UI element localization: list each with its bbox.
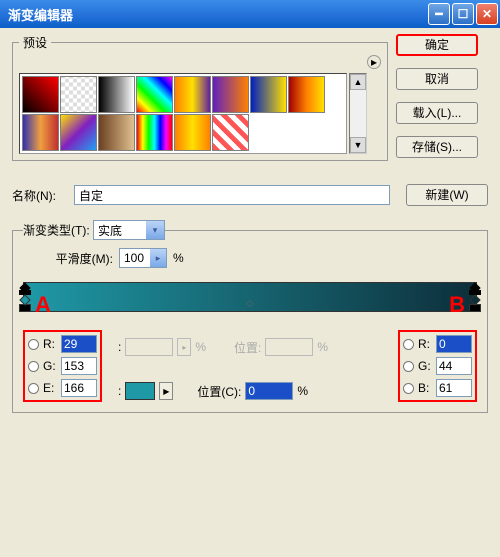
- scroll-down-icon[interactable]: ▼: [350, 137, 366, 153]
- radio[interactable]: [28, 361, 39, 372]
- right-b-input[interactable]: [436, 379, 472, 397]
- preset-swatch[interactable]: [98, 114, 135, 151]
- colon-label: :: [118, 384, 121, 398]
- right-g-input[interactable]: [436, 357, 472, 375]
- maximize-button[interactable]: ☐: [452, 3, 474, 25]
- position-c-label: 位置(C):: [197, 383, 241, 400]
- disabled-box: [125, 338, 173, 356]
- preset-swatch[interactable]: [136, 76, 173, 113]
- preset-swatch[interactable]: [174, 114, 211, 151]
- name-label: 名称(N):: [12, 187, 68, 204]
- color-stop-right[interactable]: [469, 300, 481, 312]
- ok-button[interactable]: 确定: [396, 34, 478, 56]
- marker-b: B: [449, 292, 465, 318]
- radio[interactable]: [403, 361, 414, 372]
- load-button[interactable]: 载入(L)...: [396, 102, 478, 124]
- close-button[interactable]: ✕: [476, 3, 498, 25]
- presets-grid[interactable]: [19, 73, 347, 154]
- disabled-box: [265, 338, 313, 356]
- percent-label: %: [195, 340, 206, 354]
- r-label: R:: [418, 337, 432, 351]
- chevron-right-icon: ▸: [177, 338, 191, 356]
- left-rgb-group: R: G: E:: [23, 330, 102, 402]
- presets-fieldset: 预设 ▸: [12, 34, 388, 161]
- scroll-up-icon[interactable]: ▲: [350, 74, 366, 90]
- name-input[interactable]: [74, 185, 390, 205]
- e-label: E:: [43, 381, 57, 395]
- save-button[interactable]: 存储(S)...: [396, 136, 478, 158]
- gradient-type-label: 渐变类型(T):: [23, 224, 90, 238]
- smoothness-input[interactable]: 100▸: [119, 248, 167, 268]
- midpoint-marker[interactable]: ◇: [247, 298, 254, 309]
- right-r-input[interactable]: [436, 335, 472, 353]
- radio[interactable]: [403, 383, 414, 394]
- preset-swatch[interactable]: [98, 76, 135, 113]
- preset-swatch[interactable]: [60, 76, 97, 113]
- new-button[interactable]: 新建(W): [406, 184, 488, 206]
- presets-legend: 预设: [19, 34, 51, 51]
- left-e-input[interactable]: [61, 379, 97, 397]
- percent-label: %: [173, 251, 184, 265]
- percent-label: %: [317, 340, 328, 354]
- cancel-button[interactable]: 取消: [396, 68, 478, 90]
- g-label: G:: [43, 359, 57, 373]
- gradient-editor[interactable]: ◇ A B: [17, 282, 483, 312]
- r-label: R:: [43, 337, 57, 351]
- preset-swatch[interactable]: [22, 114, 59, 151]
- scroll-track[interactable]: [350, 90, 366, 137]
- colon-label: :: [118, 340, 121, 354]
- preset-swatch[interactable]: [174, 76, 211, 113]
- g-label: G:: [418, 359, 432, 373]
- b-label: B:: [418, 381, 432, 395]
- marker-a: A: [35, 292, 51, 318]
- left-r-input[interactable]: [61, 335, 97, 353]
- preset-swatch[interactable]: [136, 114, 173, 151]
- position-label: 位置:: [234, 339, 261, 356]
- right-rgb-group: R: G: B:: [398, 330, 477, 402]
- preset-swatch[interactable]: [288, 76, 325, 113]
- left-g-input[interactable]: [61, 357, 97, 375]
- color-stop-left[interactable]: [19, 300, 31, 312]
- color-swatch[interactable]: [125, 382, 155, 400]
- presets-menu-button[interactable]: ▸: [367, 55, 381, 69]
- preset-swatch[interactable]: [60, 114, 97, 151]
- preset-swatch[interactable]: [250, 76, 287, 113]
- window-title: 渐变编辑器: [8, 5, 426, 24]
- presets-scrollbar[interactable]: ▲ ▼: [349, 73, 367, 154]
- position-c-input[interactable]: [245, 382, 293, 400]
- chevron-right-icon: ▸: [150, 249, 166, 267]
- percent-label: %: [297, 384, 308, 398]
- play-icon[interactable]: ▶: [159, 382, 173, 400]
- radio[interactable]: [28, 339, 39, 350]
- chevron-down-icon: ▾: [146, 221, 164, 239]
- gradient-type-fieldset: 渐变类型(T): 实底▾ 平滑度(M): 100▸ % ◇ A B R: G: …: [12, 220, 488, 413]
- radio[interactable]: [28, 383, 39, 394]
- radio[interactable]: [403, 339, 414, 350]
- preset-swatch[interactable]: [22, 76, 59, 113]
- minimize-button[interactable]: ━: [428, 3, 450, 25]
- smoothness-label: 平滑度(M):: [23, 250, 113, 267]
- preset-swatch[interactable]: [212, 114, 249, 151]
- gradient-type-select[interactable]: 实底▾: [93, 220, 165, 240]
- preset-swatch[interactable]: [212, 76, 249, 113]
